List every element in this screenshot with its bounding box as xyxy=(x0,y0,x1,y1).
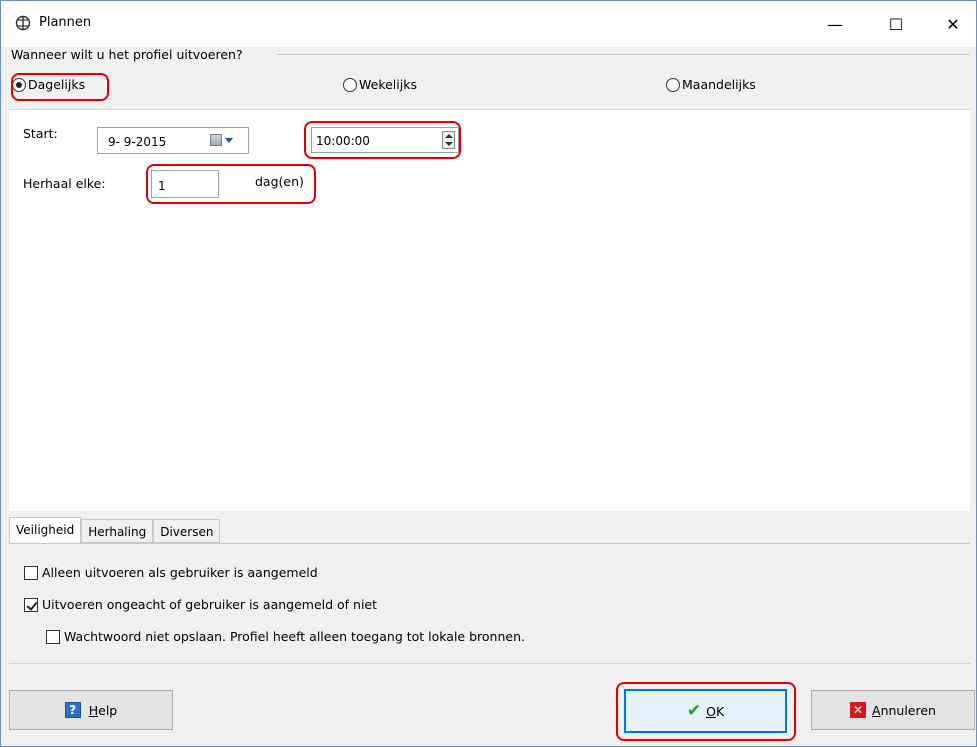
checkbox-box-checked[interactable] xyxy=(24,597,38,612)
highlight-dagelijks xyxy=(11,73,109,101)
maximize-icon: ☐ xyxy=(888,14,904,34)
highlight-time xyxy=(304,121,461,159)
checkbox-no-password[interactable]: Wachtwoord niet opslaan. Profiel heeft a… xyxy=(46,629,525,644)
help-button[interactable]: ? Help xyxy=(9,690,173,730)
calendar-icon[interactable] xyxy=(210,134,222,146)
tab-veiligheid[interactable]: Veiligheid xyxy=(9,517,82,544)
start-label: Start: xyxy=(23,126,58,141)
radio-label-maandelijks: Maandelijks xyxy=(682,77,756,92)
help-button-label: Help xyxy=(88,702,118,718)
maximize-button[interactable]: ☐ xyxy=(873,9,919,39)
checkbox-only-logged-on[interactable]: Alleen uitvoeren als gebruiker is aangem… xyxy=(24,565,318,580)
title-bar: Plannen — ☐ ✕ xyxy=(1,1,976,47)
frequency-group: Wanneer wilt u het profiel uitvoeren? Da… xyxy=(9,47,970,101)
cancel-button-label: Annuleren xyxy=(872,702,936,718)
minimize-icon: — xyxy=(827,14,843,34)
security-panel: Alleen uitvoeren als gebruiker is aangem… xyxy=(9,543,970,663)
checkbox-label: Uitvoeren ongeacht of gebruiker is aange… xyxy=(42,597,378,612)
checkbox-run-regardless[interactable]: Uitvoeren ongeacht of gebruiker is aange… xyxy=(24,597,377,612)
start-date-value: 9- 9-2015 xyxy=(108,135,167,149)
window-title: Plannen xyxy=(39,15,92,30)
checkbox-label: Wachtwoord niet opslaan. Profiel heeft a… xyxy=(64,629,525,644)
minimize-button[interactable]: — xyxy=(812,9,858,39)
radio-wekelijks[interactable]: Wekelijks xyxy=(343,77,417,92)
cancel-button[interactable]: ✕ Annuleren xyxy=(811,690,975,730)
repeat-label: Herhaal elke: xyxy=(23,176,106,191)
radio-maandelijks[interactable]: Maandelijks xyxy=(666,77,756,92)
tab-diversen[interactable]: Diversen xyxy=(153,519,221,543)
tab-strip: Veiligheid Herhaling Diversen xyxy=(9,517,221,544)
close-icon: ✕ xyxy=(850,702,866,718)
highlight-ok xyxy=(616,682,796,741)
footer-divider xyxy=(9,663,970,664)
radio-label-wekelijks: Wekelijks xyxy=(359,77,417,92)
close-button[interactable]: ✕ xyxy=(930,9,976,39)
group-divider xyxy=(277,54,970,55)
radio-button[interactable] xyxy=(666,77,680,92)
highlight-repeat xyxy=(146,164,316,204)
tab-herhaling[interactable]: Herhaling xyxy=(81,519,154,543)
close-icon: ✕ xyxy=(946,14,960,34)
checkbox-label: Alleen uitvoeren als gebruiker is aangem… xyxy=(42,565,318,580)
checkbox-box[interactable] xyxy=(46,629,60,644)
chevron-down-icon[interactable] xyxy=(225,138,233,143)
start-date-picker[interactable]: 9- 9-2015 xyxy=(97,127,249,154)
plannen-dialog: Plannen — ☐ ✕ Wanneer wilt u het profiel… xyxy=(0,0,977,747)
frequency-question: Wanneer wilt u het profiel uitvoeren? xyxy=(11,47,247,62)
radio-button[interactable] xyxy=(343,77,357,92)
app-sync-icon xyxy=(15,15,31,31)
help-icon: ? xyxy=(64,702,81,718)
checkbox-box[interactable] xyxy=(24,565,38,580)
